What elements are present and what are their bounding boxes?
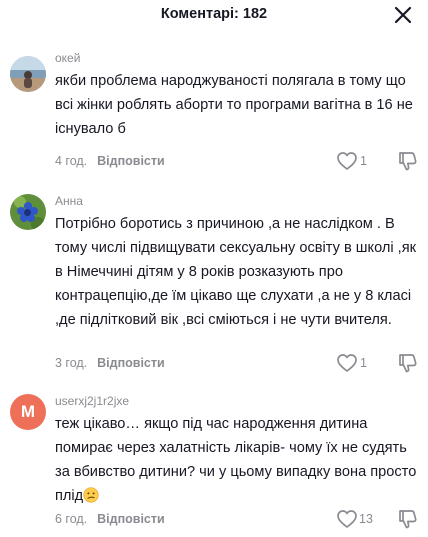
dislike-button[interactable] — [397, 508, 419, 530]
comment-time: 3 год. — [55, 356, 88, 370]
comment-text-body: теж цікаво… якщо під час народження дити… — [55, 416, 417, 504]
comment-text: теж цікаво… якщо під час народження дити… — [55, 412, 417, 508]
close-button[interactable] — [394, 6, 412, 24]
comment-username[interactable]: Анна — [55, 194, 83, 208]
comments-sheet: Коментарі: 182 окей якби проблема народж… — [0, 0, 428, 537]
comment-time: 6 год. — [55, 512, 88, 526]
avatar-image — [10, 194, 46, 230]
close-icon — [394, 6, 412, 24]
thumbs-down-icon — [399, 510, 417, 529]
like-button[interactable] — [336, 353, 358, 373]
comment-username[interactable]: окей — [55, 51, 80, 65]
reply-button[interactable]: Відповісти — [97, 512, 165, 526]
comment-meta: 3 год. Відповісти — [55, 356, 165, 370]
dislike-button[interactable] — [397, 150, 419, 172]
comment-meta: 4 год. Відповісти — [55, 154, 165, 168]
comment-meta: 6 год. Відповісти — [55, 512, 165, 526]
avatar-letter: M — [20, 402, 36, 421]
like-count: 1 — [360, 154, 367, 168]
like-count: 1 — [360, 356, 367, 370]
comments-title: Коментарі: 182 — [160, 6, 268, 22]
dislike-button[interactable] — [397, 352, 419, 374]
avatar[interactable] — [10, 194, 46, 230]
reply-button[interactable]: Відповісти — [97, 356, 165, 370]
thumbs-down-icon — [399, 354, 417, 373]
reply-button[interactable]: Відповісти — [97, 154, 165, 168]
comment-time: 4 год. — [55, 154, 88, 168]
like-count: 13 — [359, 512, 373, 526]
like-button[interactable] — [336, 509, 358, 529]
heart-icon — [337, 152, 357, 170]
heart-icon — [337, 354, 357, 372]
avatar[interactable] — [10, 56, 46, 92]
comments-header: Коментарі: 182 — [0, 0, 428, 32]
avatar-image — [10, 56, 46, 92]
comment-text: якби проблема народжуваності полягала в … — [55, 73, 413, 137]
thumbs-down-icon — [399, 152, 417, 171]
comment-username[interactable]: userxj2j1r2jxe — [55, 394, 129, 408]
like-button[interactable] — [336, 151, 358, 171]
confused-face-icon — [83, 487, 99, 503]
avatar[interactable]: M — [10, 394, 46, 430]
heart-icon — [337, 510, 357, 528]
comment-text: Потрібно боротись з причиною ,а не наслі… — [55, 216, 417, 328]
